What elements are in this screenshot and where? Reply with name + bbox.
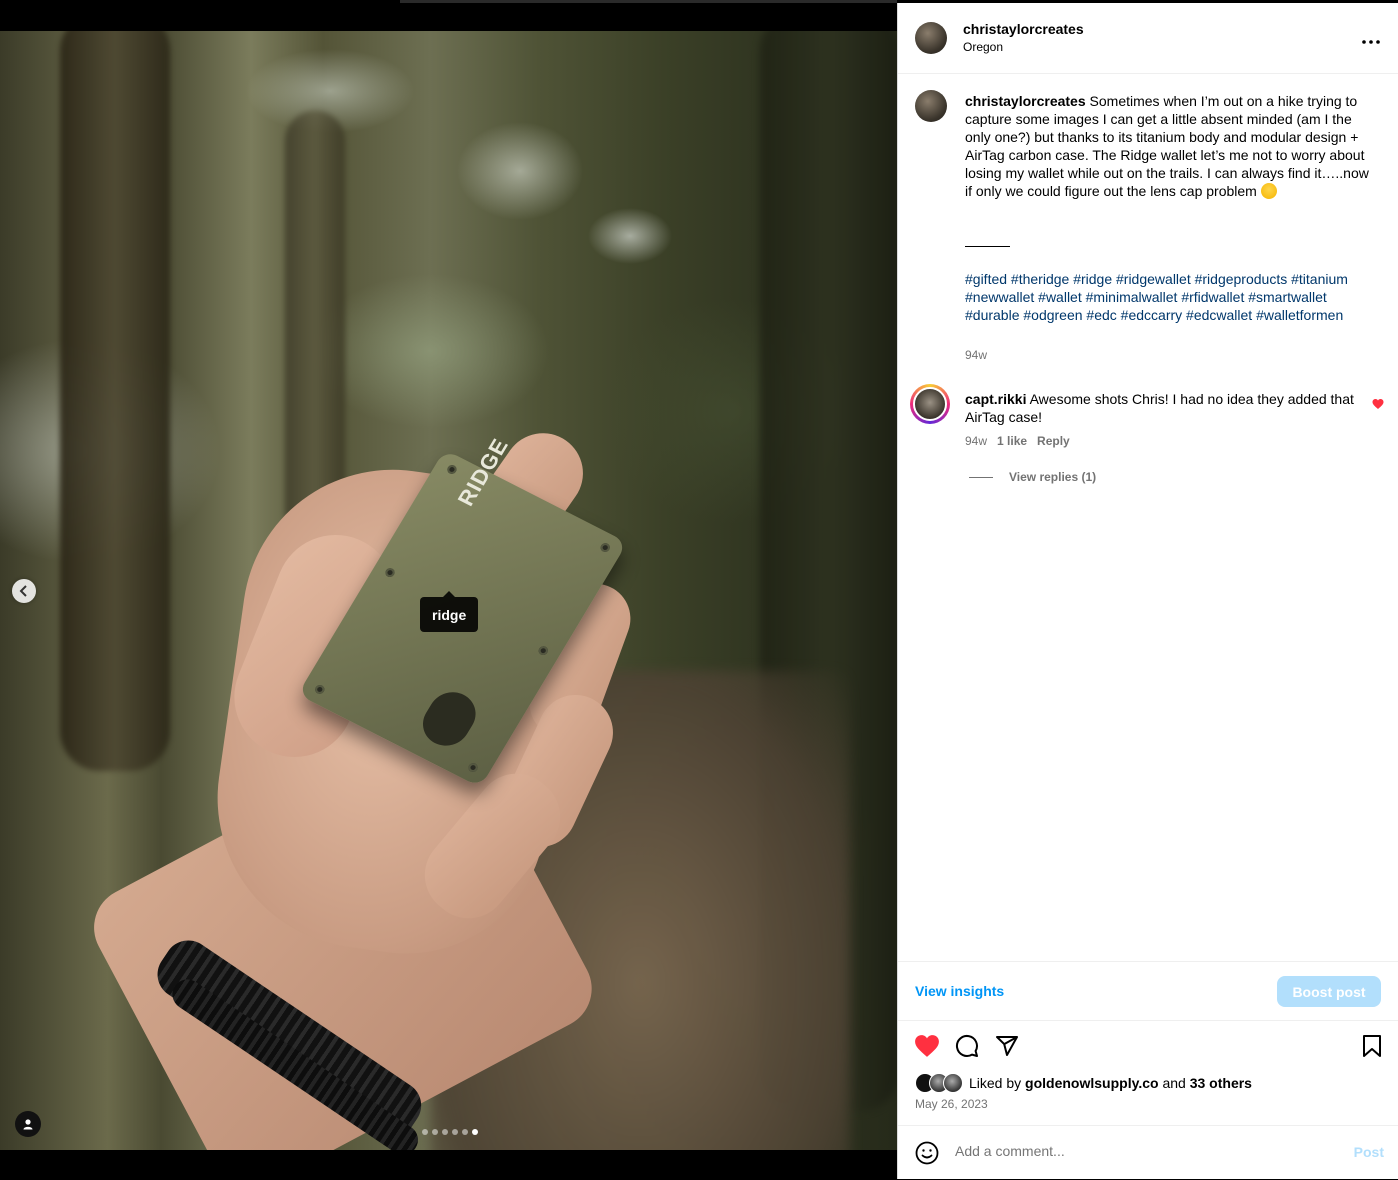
comment-button[interactable] (953, 1032, 981, 1060)
top-strip (400, 0, 897, 3)
grinning-sweat-emoji-icon (1260, 183, 1277, 199)
carousel-dot (452, 1129, 458, 1135)
comment-input[interactable] (955, 1143, 1315, 1159)
liker-avatar[interactable] (943, 1073, 963, 1093)
view-insights-link[interactable]: View insights (915, 983, 1004, 999)
more-icon (1362, 40, 1380, 44)
commenter-username[interactable]: capt.rikki (965, 391, 1026, 407)
like-button[interactable] (913, 1032, 941, 1060)
comment-icon (955, 1034, 978, 1057)
chevron-left-icon (19, 585, 27, 597)
previous-slide-button[interactable] (12, 579, 36, 603)
caption-text: christaylorcreates Sometimes when I’m ou… (965, 92, 1375, 200)
view-replies-label: View replies (1) (1009, 470, 1097, 484)
add-comment-bar: Post (898, 1125, 1398, 1180)
story-ring[interactable] (910, 384, 950, 424)
likes-text: Liked by goldenowlsupply.co and 33 other… (969, 1075, 1252, 1091)
bookmark-icon (1363, 1035, 1381, 1057)
post-details-panel: christaylorcreates Oregon christaylorcre… (897, 3, 1398, 1179)
screw (466, 761, 480, 774)
user-tag-icon (23, 1119, 33, 1130)
comment-likes[interactable]: 1 like (997, 434, 1027, 448)
screw (445, 463, 459, 476)
emoji-smile-icon[interactable] (915, 1141, 939, 1165)
author-avatar[interactable] (915, 90, 947, 122)
caption-separator (965, 246, 1010, 247)
post-header: christaylorcreates Oregon (898, 3, 1398, 74)
carousel-dot (422, 1129, 428, 1135)
action-bar (898, 1032, 1398, 1062)
carousel-dot (442, 1129, 448, 1135)
tree-trunk (60, 31, 170, 771)
screw (536, 644, 550, 657)
liked-by-and: and (1158, 1075, 1190, 1091)
post-comment-button[interactable]: Post (1354, 1144, 1384, 1160)
comment-timestamp[interactable]: 94w (965, 434, 987, 448)
post-date[interactable]: May 26, 2023 (915, 1097, 988, 1111)
more-options-button[interactable] (1362, 27, 1380, 50)
caption-hashtags[interactable]: #gifted #theridge #ridge #ridgewallet #r… (965, 270, 1375, 324)
comment-meta: 94w 1 like Reply (965, 434, 1070, 448)
post-location[interactable]: Oregon (963, 40, 1003, 54)
comment-text: capt.rikki Awesome shots Chris! I had no… (965, 390, 1355, 426)
media-viewer: RIDGE ridge (0, 0, 897, 1179)
tagged-users-button[interactable] (15, 1111, 41, 1137)
carousel-dot (462, 1129, 468, 1135)
replies-line (969, 476, 993, 478)
screw (313, 683, 327, 696)
liked-by-user[interactable]: goldenowlsupply.co (1025, 1075, 1159, 1091)
heart-icon (915, 1035, 939, 1057)
liked-by-prefix: Liked by (969, 1075, 1026, 1091)
boost-post-button[interactable]: Boost post (1277, 976, 1381, 1007)
caption-username[interactable]: christaylorcreates (965, 93, 1086, 109)
view-replies-button[interactable]: View replies (1) (969, 470, 1096, 484)
liked-by-others[interactable]: 33 others (1190, 1075, 1252, 1091)
carousel-dot (432, 1129, 438, 1135)
screw (598, 541, 612, 554)
product-tag[interactable]: ridge (420, 591, 479, 632)
author-username[interactable]: christaylorcreates (963, 21, 1084, 37)
save-button[interactable] (1358, 1032, 1386, 1060)
carousel-dot-active (472, 1129, 478, 1135)
share-icon (996, 1036, 1018, 1056)
author-avatar[interactable] (915, 22, 947, 54)
screw (383, 566, 397, 579)
caption-timestamp[interactable]: 94w (965, 348, 987, 362)
tree-trunk (285, 111, 345, 541)
heart-icon[interactable] (1372, 398, 1384, 410)
commenter-avatar[interactable] (913, 387, 947, 421)
reply-button[interactable]: Reply (1037, 434, 1070, 448)
insights-bar: View insights Boost post (898, 961, 1398, 1021)
share-button[interactable] (993, 1032, 1021, 1060)
likes-summary: Liked by goldenowlsupply.co and 33 other… (915, 1073, 1252, 1093)
carousel-indicator (422, 1129, 478, 1135)
wallet-thumb-slot (414, 684, 485, 754)
